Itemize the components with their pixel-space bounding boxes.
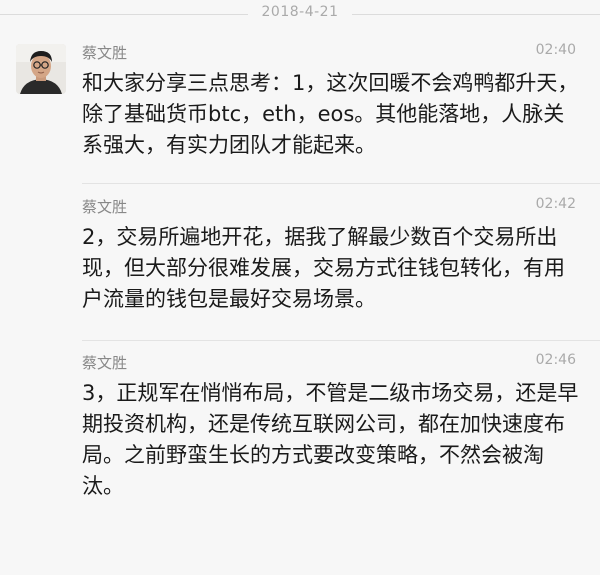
sender-name[interactable]: 蔡文胜 (82, 196, 127, 217)
date-separator-label: 2018-4-21 (261, 4, 339, 20)
message-divider (82, 340, 600, 341)
chat-history-view: 2018-4-21 蔡文胜 02:40 和大家分享三点思考：1，这次回暖不会鸡鸭… (0, 0, 600, 575)
date-separator-line-right (352, 14, 600, 15)
message-text[interactable]: 3，正规军在悄悄布局，不管是二级市场交易，还是早期投资机构，还是传统互联网公司，… (82, 378, 582, 502)
sender-name[interactable]: 蔡文胜 (82, 352, 127, 373)
message-time: 02:46 (535, 352, 576, 368)
message-item[interactable]: 蔡文胜 02:42 2，交易所遍地开花，据我了解最少数百个交易所出现，但大部分很… (0, 186, 600, 341)
avatar-photo-icon (16, 44, 66, 94)
message-time: 02:40 (535, 42, 576, 58)
message-divider (82, 183, 600, 184)
sender-name[interactable]: 蔡文胜 (82, 42, 127, 63)
message-item[interactable]: 蔡文胜 02:46 3，正规军在悄悄布局，不管是二级市场交易，还是早期投资机构，… (0, 342, 600, 542)
message-time: 02:42 (535, 196, 576, 212)
avatar[interactable] (16, 44, 66, 94)
message-text[interactable]: 和大家分享三点思考：1，这次回暖不会鸡鸭都升天，除了基础货币btc，eth，eo… (82, 68, 582, 161)
date-separator: 2018-4-21 (0, 0, 600, 30)
message-text[interactable]: 2，交易所遍地开花，据我了解最少数百个交易所出现，但大部分很难发展，交易方式往钱… (82, 222, 582, 315)
message-item[interactable]: 蔡文胜 02:40 和大家分享三点思考：1，这次回暖不会鸡鸭都升天，除了基础货币… (0, 32, 600, 184)
